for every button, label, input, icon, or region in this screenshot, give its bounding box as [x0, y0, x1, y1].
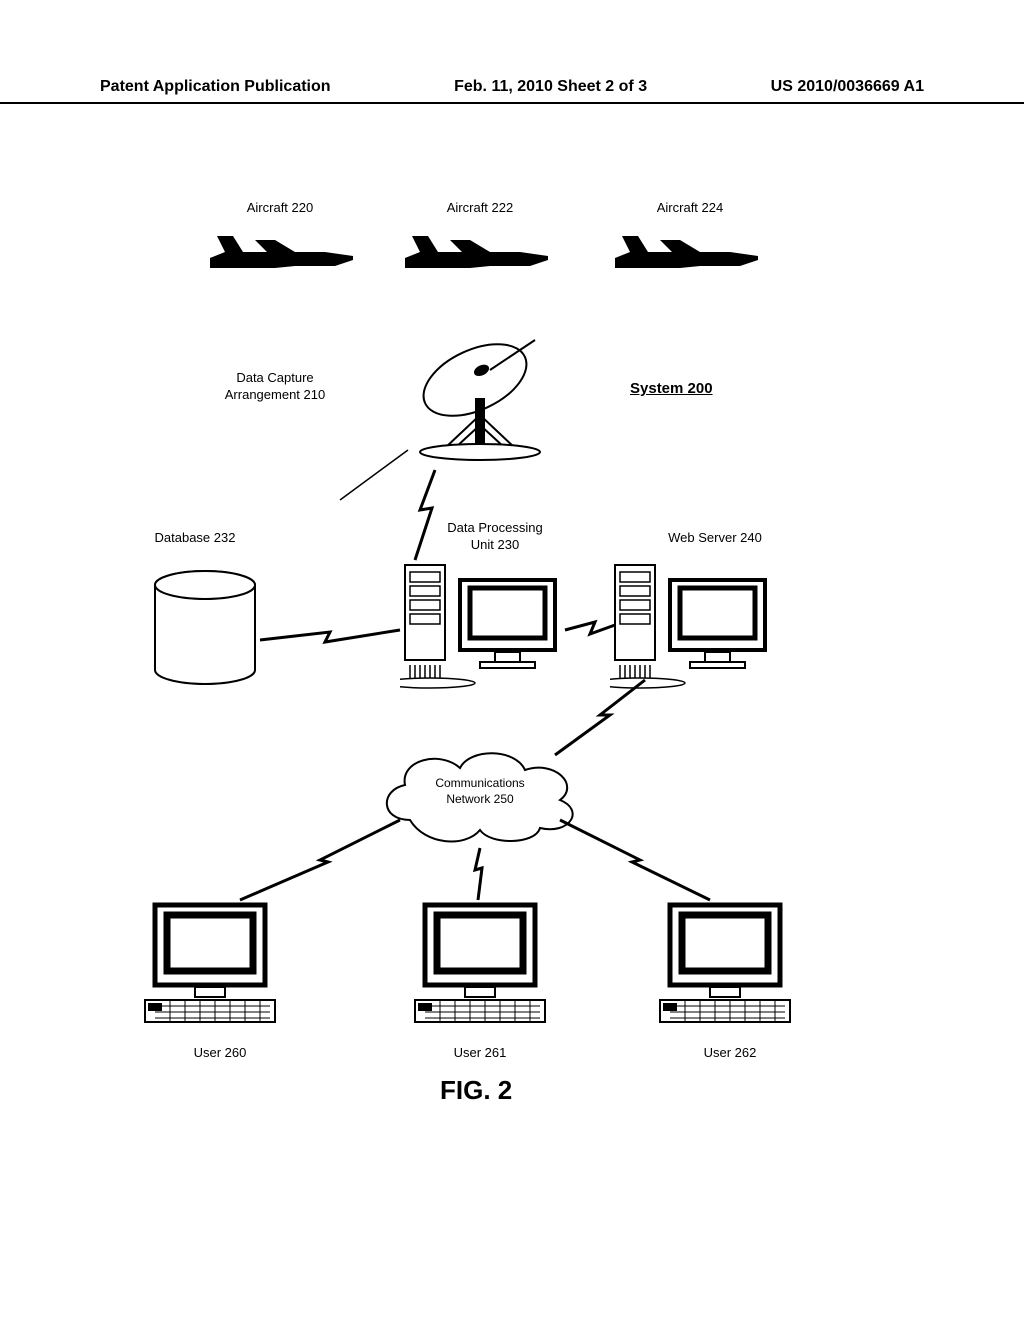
database-232-label: Database 232: [140, 530, 250, 547]
aircraft-220-label: Aircraft 220: [230, 200, 330, 217]
aircraft-224-icon: [610, 230, 760, 278]
aircraft-220-icon: [205, 230, 355, 278]
figure-caption: FIG. 2: [440, 1075, 512, 1106]
user-262-icon: [655, 900, 795, 1030]
database-icon: [150, 570, 260, 690]
user-261-label: User 261: [430, 1045, 530, 1062]
header-center: Feb. 11, 2010 Sheet 2 of 3: [454, 78, 647, 96]
user-260-label: User 260: [170, 1045, 270, 1062]
header-left: Patent Application Publication: [100, 78, 331, 96]
network-label: Communications Network 250: [370, 776, 590, 807]
data-capture-label: Data Capture Arrangement 210: [210, 370, 340, 404]
webserver-icon: [610, 560, 780, 680]
aircraft-222-label: Aircraft 222: [430, 200, 530, 217]
header-right: US 2010/0036669 A1: [771, 78, 924, 96]
webserver-240-label: Web Server 240: [650, 530, 780, 547]
user-262-label: User 262: [680, 1045, 780, 1062]
figure-2: Aircraft 220 Aircraft 222 Aircraft 224 D…: [100, 160, 900, 1160]
user-261-icon: [410, 900, 550, 1030]
aircraft-224-label: Aircraft 224: [640, 200, 740, 217]
network-cloud-icon: Communications Network 250: [370, 740, 590, 850]
dpu-230-label: Data Processing Unit 230: [430, 520, 560, 554]
page-header: Patent Application Publication Feb. 11, …: [0, 78, 1024, 104]
dpu-icon: [400, 560, 570, 680]
system-200-label: System 200: [630, 380, 713, 397]
user-260-icon: [140, 900, 280, 1030]
aircraft-222-icon: [400, 230, 550, 278]
satellite-dish-icon: [405, 330, 565, 485]
